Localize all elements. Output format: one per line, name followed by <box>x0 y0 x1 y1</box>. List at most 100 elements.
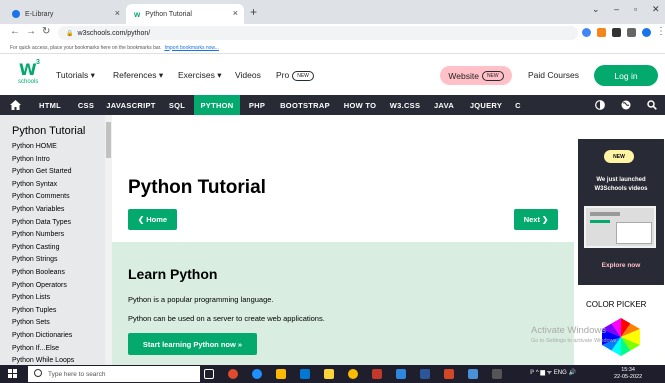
contrast-icon[interactable] <box>592 95 608 115</box>
taskbar-search-input[interactable]: Type here to search <box>28 366 200 382</box>
tab-close-icon[interactable]: × <box>233 8 238 18</box>
nav-css[interactable]: CSS <box>70 95 102 115</box>
nav-exercises[interactable]: Exercises ▾ <box>178 70 221 81</box>
sidebar-item[interactable]: Python HOME <box>0 141 112 154</box>
nav-videos[interactable]: Videos <box>235 70 261 80</box>
sidebar-item[interactable]: Python Variables <box>0 204 112 217</box>
nav-python[interactable]: PYTHON <box>194 95 240 115</box>
store-icon[interactable] <box>300 369 310 379</box>
sidebar-item[interactable]: Python Get Started <box>0 166 112 179</box>
file-explorer-icon[interactable] <box>276 369 286 379</box>
nav-w3css[interactable]: W3.CSS <box>384 95 426 115</box>
activate-windows-subtext: Go to Settings to activate Windows. <box>531 338 618 344</box>
sidebar-item[interactable]: Python Numbers <box>0 229 112 242</box>
sidebar-item[interactable]: Python If...Else <box>0 343 112 356</box>
import-bookmarks-link[interactable]: Import bookmarks now... <box>164 45 218 51</box>
url-input[interactable]: 🔒 w3schools.com/python/ <box>58 26 578 40</box>
nav-references[interactable]: References ▾ <box>113 70 163 81</box>
sidebar-item[interactable]: Python Intro <box>0 154 112 167</box>
website-button[interactable]: Website NEW <box>440 66 512 85</box>
edge-icon[interactable] <box>252 369 262 379</box>
back-arrow-icon[interactable]: ← <box>10 26 20 37</box>
sidebar-item[interactable]: Python Dictionaries <box>0 330 112 343</box>
url-text: w3schools.com/python/ <box>77 29 151 37</box>
globe-icon[interactable] <box>618 95 634 115</box>
clock[interactable]: 15:34 22-05-2022 <box>614 367 642 381</box>
sidebar-item[interactable]: Python Data Types <box>0 217 112 230</box>
word-icon[interactable] <box>420 369 430 379</box>
nav-jquery[interactable]: JQUERY <box>462 95 510 115</box>
sidebar-item[interactable]: Python Booleans <box>0 267 112 280</box>
sidebar-item[interactable]: Python Lists <box>0 292 112 305</box>
sidebar-item[interactable]: Python Comments <box>0 191 112 204</box>
app-icon[interactable] <box>324 369 334 379</box>
elibrary-favicon-icon <box>12 10 20 18</box>
app-icon[interactable] <box>228 369 238 379</box>
sidebar-list: Python HOME Python Intro Python Get Starte… <box>0 141 112 365</box>
puzzle-icon[interactable] <box>612 28 621 37</box>
tab-elibrary[interactable]: E-Library × <box>4 4 126 24</box>
nav-javascript[interactable]: JAVASCRIPT <box>102 95 160 115</box>
windows-start-icon[interactable] <box>8 369 18 379</box>
close-window-button[interactable]: ✕ <box>652 4 660 15</box>
app-icon[interactable] <box>396 369 406 379</box>
sidebar-item[interactable]: Python Syntax <box>0 179 112 192</box>
nav-howto[interactable]: HOW TO <box>336 95 384 115</box>
sidebar-item[interactable]: Python Sets <box>0 317 112 330</box>
profile-icon[interactable] <box>642 28 651 37</box>
sidebar-item[interactable]: Python Strings <box>0 254 112 267</box>
search-icon <box>34 369 42 377</box>
nav-tutorials[interactable]: Tutorials ▾ <box>56 70 95 81</box>
nav-html[interactable]: HTML <box>30 95 70 115</box>
color-wheel-icon[interactable] <box>600 316 642 358</box>
activate-windows-watermark: Activate Windows <box>531 325 606 336</box>
sidebar-item[interactable]: Python Tuples <box>0 305 112 318</box>
maximize-button[interactable]: ▫ <box>634 4 637 14</box>
bookmarks-bar: For quick access, place your bookmarks h… <box>0 42 665 54</box>
new-badge: NEW <box>481 70 504 81</box>
nav-bootstrap[interactable]: BOOTSTRAP <box>274 95 336 115</box>
sidepanel-icon[interactable] <box>627 28 636 37</box>
nav-c[interactable]: C <box>510 95 526 115</box>
app-icon[interactable] <box>372 369 382 379</box>
home-icon[interactable] <box>0 95 30 115</box>
system-tray[interactable]: ℙ ^ ▆ ᯤ ENG 🔊 <box>530 368 576 376</box>
new-tab-button[interactable]: + <box>250 5 257 19</box>
lock-icon: 🔒 <box>66 30 74 37</box>
microphone-icon[interactable] <box>182 369 188 379</box>
nav-sql[interactable]: SQL <box>160 95 194 115</box>
sidebar-item[interactable]: Python Casting <box>0 242 112 255</box>
next-button[interactable]: Next ❯ <box>514 209 558 230</box>
tab-close-icon[interactable]: × <box>115 8 120 18</box>
sidebar-item[interactable]: Python While Loops <box>0 355 112 365</box>
taskview-icon[interactable] <box>204 369 214 379</box>
app-icon[interactable] <box>468 369 478 379</box>
page-title: Python Tutorial <box>128 177 266 198</box>
ad-screenshot-image <box>584 206 656 248</box>
terminal-icon[interactable] <box>492 369 502 379</box>
tab-python-tutorial[interactable]: w Python Tutorial × <box>126 4 244 24</box>
reload-icon[interactable]: ↻ <box>42 26 50 37</box>
powerpoint-icon[interactable] <box>444 369 454 379</box>
nav-java[interactable]: JAVA <box>426 95 462 115</box>
intro-paragraph-1: Python is a popular programming language… <box>128 295 274 304</box>
extension-icon[interactable] <box>582 28 591 37</box>
start-learning-button[interactable]: Start learning Python now » <box>128 333 257 355</box>
menu-kebab-icon[interactable]: ⋮ <box>656 26 665 37</box>
explore-now-link[interactable]: Explore now <box>578 262 664 269</box>
w3schools-favicon-icon: w <box>134 9 141 19</box>
sidebar-scroll-thumb[interactable] <box>106 122 111 158</box>
login-button[interactable]: Log in <box>594 65 658 86</box>
sidebar-item[interactable]: Python Operators <box>0 280 112 293</box>
paid-courses-link[interactable]: Paid Courses <box>528 70 579 80</box>
tab-search-icon[interactable]: ⌄ <box>592 4 600 15</box>
minimize-button[interactable]: – <box>614 4 619 14</box>
search-icon[interactable] <box>644 95 660 115</box>
forward-arrow-icon[interactable]: → <box>26 26 36 37</box>
chrome-icon[interactable] <box>348 369 358 379</box>
w3schools-logo[interactable]: W 3 schools <box>14 59 44 88</box>
metamask-icon[interactable] <box>597 28 606 37</box>
nav-php[interactable]: PHP <box>240 95 274 115</box>
home-button[interactable]: ❮ Home <box>128 209 177 230</box>
nav-pro[interactable]: Pro NEW <box>276 70 314 81</box>
